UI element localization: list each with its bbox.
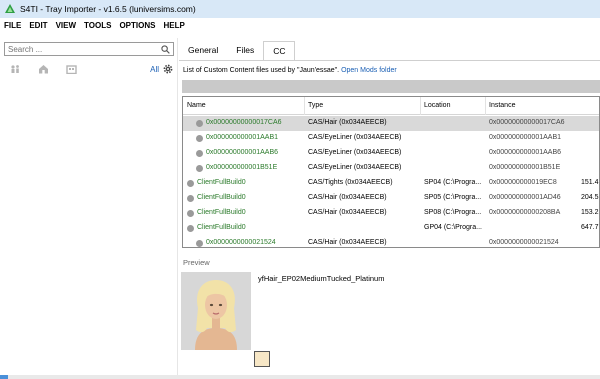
status-progress-indicator: [0, 375, 8, 379]
table-row[interactable]: ClientFullBuild0 CAS/Tights (0x034AEECB)…: [183, 176, 599, 191]
column-header-name[interactable]: Name: [187, 102, 206, 109]
table-row[interactable]: 0x000000000001B51E CAS/EyeLiner (0x034AE…: [183, 161, 599, 176]
open-mods-folder-link[interactable]: Open Mods folder: [341, 67, 397, 74]
cc-table: Name Type Location Instance 0x0000000000…: [182, 96, 600, 248]
lot-filter-icon[interactable]: [38, 64, 49, 74]
color-swatch[interactable]: [254, 351, 270, 367]
room-filter-icon[interactable]: [66, 64, 77, 74]
cell-type: CAS/Hair (0x034AEECB): [308, 209, 387, 216]
table-row[interactable]: ClientFullBuild0 CAS/Hair (0x034AEECB) S…: [183, 206, 599, 221]
cell-location: SP08 (C:\Progra...: [424, 209, 482, 216]
table-row[interactable]: ClientFullBuild0 GP04 (C:\Progra... 647.…: [183, 221, 599, 236]
status-dot-icon: [196, 150, 203, 157]
filter-bar: All: [10, 64, 175, 76]
tab-cc[interactable]: CC: [263, 41, 296, 61]
cell-type: CAS/Hair (0x034AEECB): [308, 194, 387, 201]
tab-general[interactable]: General: [179, 41, 227, 61]
status-bar: [0, 375, 600, 379]
column-divider: [420, 97, 421, 115]
table-row[interactable]: 0x000000000001AAB6 CAS/EyeLiner (0x034AE…: [183, 146, 599, 161]
left-pane: All: [0, 38, 178, 375]
cell-instance: 0x000000000001AAB1: [489, 134, 562, 141]
search-input[interactable]: [5, 44, 155, 54]
status-dot-icon: [196, 165, 203, 172]
column-header-type[interactable]: Type: [308, 102, 323, 109]
table-row[interactable]: 0x000000000001AAB1 CAS/EyeLiner (0x034AE…: [183, 131, 599, 146]
menu-file[interactable]: FILE: [0, 21, 25, 30]
cell-instance: 0x000000000001AAB6: [489, 149, 562, 156]
detail-pane: General Files CC List of Custom Content …: [179, 38, 600, 375]
gear-icon[interactable]: [163, 64, 173, 74]
search-icon[interactable]: [161, 45, 170, 54]
cc-info-text: List of Custom Content files used by "Ja…: [183, 67, 340, 74]
cell-name: 0x000000000001AAB1: [206, 134, 279, 141]
filter-all-link[interactable]: All: [150, 65, 159, 74]
cell-instance: 0x000000000001B51E: [489, 164, 561, 171]
table-header: Name Type Location Instance: [183, 97, 599, 115]
table-row[interactable]: 0x00000000000017CA6 CAS/Hair (0x034AEECB…: [183, 116, 599, 131]
menu-bar: FILE EDIT VIEW TOOLS OPTIONS HELP: [0, 18, 600, 32]
column-header-instance[interactable]: Instance: [489, 102, 515, 109]
tab-files[interactable]: Files: [227, 41, 263, 61]
search-box[interactable]: [4, 42, 174, 56]
table-row[interactable]: ClientFullBuild0 CAS/Hair (0x034AEECB) S…: [183, 191, 599, 206]
menu-help[interactable]: HELP: [159, 21, 188, 30]
cell-name: 0x0000000000021524: [206, 239, 276, 246]
column-divider: [485, 97, 486, 115]
cell-instance: 0x000000000019EC8: [489, 179, 557, 186]
preview-heading: Preview: [183, 258, 210, 267]
sim-portrait-image: [181, 272, 251, 350]
status-dot-icon: [187, 225, 194, 232]
cell-type: CAS/EyeLiner (0x034AEECB): [308, 149, 402, 156]
cell-location: SP05 (C:\Progra...: [424, 194, 482, 201]
cell-extra: 151.4: [581, 179, 599, 186]
window-title: S4TI - Tray Importer - v1.6.5 (luniversi…: [20, 4, 196, 14]
cell-name: ClientFullBuild0: [197, 194, 246, 201]
status-dot-icon: [187, 180, 194, 187]
app-logo-icon: [5, 4, 15, 13]
column-header-location[interactable]: Location: [424, 102, 450, 109]
cell-extra: 153.2: [581, 209, 599, 216]
household-filter-icon[interactable]: [10, 64, 21, 74]
menu-view[interactable]: VIEW: [52, 21, 80, 30]
cell-instance: 0x0000000000021524: [489, 239, 559, 246]
table-row[interactable]: 0x0000000000021524 CAS/Hair (0x034AEECB)…: [183, 236, 599, 247]
preview-item-name: yfHair_EP02MediumTucked_Platinum: [258, 274, 385, 283]
cell-name: 0x000000000001B51E: [206, 164, 278, 171]
status-dot-icon: [196, 240, 203, 247]
cell-name: 0x000000000001AAB6: [206, 149, 279, 156]
tab-strip: General Files CC: [179, 41, 296, 61]
cell-location: GP04 (C:\Progra...: [424, 224, 482, 231]
tab-divider: [179, 60, 600, 61]
cc-info: List of Custom Content files used by "Ja…: [183, 67, 397, 74]
preview-thumbnail: [181, 272, 251, 350]
cell-location: SP04 (C:\Progra...: [424, 179, 482, 186]
cell-instance: 0x000000000001AD46: [489, 194, 561, 201]
cell-name: ClientFullBuild0: [197, 224, 246, 231]
column-divider: [304, 97, 305, 115]
cell-type: CAS/EyeLiner (0x034AEECB): [308, 134, 402, 141]
status-dot-icon: [187, 195, 194, 202]
cell-name: ClientFullBuild0: [197, 209, 246, 216]
cell-type: CAS/Hair (0x034AEECB): [308, 119, 387, 126]
filter-header-bar: [182, 80, 600, 93]
menu-tools[interactable]: TOOLS: [80, 21, 115, 30]
title-bar: S4TI - Tray Importer - v1.6.5 (luniversi…: [0, 0, 600, 18]
cell-instance: 0x00000000000208BA: [489, 209, 561, 216]
menu-options[interactable]: OPTIONS: [115, 21, 159, 30]
cell-instance: 0x00000000000017CA6: [489, 119, 565, 126]
cell-type: CAS/Hair (0x034AEECB): [308, 239, 387, 246]
status-dot-icon: [187, 210, 194, 217]
cell-extra: 204.5: [581, 194, 599, 201]
cell-name: ClientFullBuild0: [197, 179, 246, 186]
menu-edit[interactable]: EDIT: [25, 21, 51, 30]
cell-type: CAS/EyeLiner (0x034AEECB): [308, 164, 402, 171]
cell-extra: 647.7: [581, 224, 599, 231]
cell-type: CAS/Tights (0x034AEECB): [308, 179, 393, 186]
status-dot-icon: [196, 135, 203, 142]
cell-name: 0x00000000000017CA6: [206, 119, 282, 126]
status-dot-icon: [196, 120, 203, 127]
